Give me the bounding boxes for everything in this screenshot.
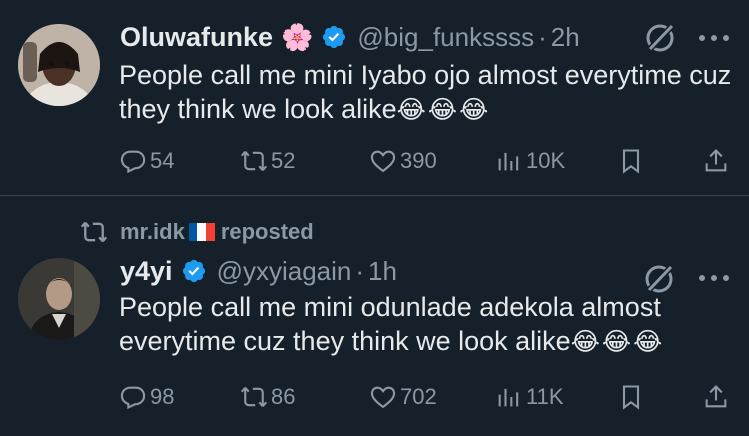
repost-icon xyxy=(240,150,268,172)
laughing-emoji: 😂😂😂 xyxy=(396,96,491,124)
view-count: 11K xyxy=(526,384,564,409)
like-button[interactable]: 390 xyxy=(369,144,437,178)
like-count: 702 xyxy=(400,384,437,409)
views-icon xyxy=(498,152,519,171)
user-handle[interactable]: @yxyiagain xyxy=(217,256,352,287)
view-count: 10K xyxy=(526,148,566,173)
tweet-header: Oluwafunke 🌸 @big_funkssss · 2h xyxy=(120,20,580,54)
tweet-card[interactable]: mr.idk reposted y4yi @yxyiagain · 1h Peo… xyxy=(0,196,749,436)
repost-icon xyxy=(240,386,268,408)
share-button[interactable] xyxy=(702,380,733,414)
like-icon xyxy=(370,386,396,409)
repost-button[interactable]: 52 xyxy=(240,144,295,178)
like-count: 390 xyxy=(400,148,437,173)
reply-button[interactable]: 54 xyxy=(119,144,174,178)
tweet-header: y4yi @yxyiagain · 1h xyxy=(120,256,397,286)
verified-badge-icon xyxy=(182,259,205,283)
like-button[interactable]: 702 xyxy=(369,380,437,414)
reposted-label: reposted xyxy=(220,219,314,244)
tweet-card[interactable]: Oluwafunke 🌸 @big_funkssss · 2h People c… xyxy=(0,0,749,196)
cherry-blossom-emoji: 🌸 xyxy=(281,21,314,52)
like-icon xyxy=(370,150,396,173)
tweet-text: People call me mini odunlade adekola alm… xyxy=(119,290,744,359)
views-icon xyxy=(498,388,519,407)
repost-count: 86 xyxy=(271,384,296,409)
reply-count: 98 xyxy=(150,384,175,409)
bookmark-icon xyxy=(622,385,640,410)
grok-icon[interactable] xyxy=(643,21,677,55)
verified-badge-icon xyxy=(323,25,346,49)
repost-count: 52 xyxy=(271,148,296,173)
share-button[interactable] xyxy=(702,144,733,178)
views-button[interactable]: 10K xyxy=(495,144,565,178)
views-button[interactable]: 11K xyxy=(495,380,564,414)
avatar[interactable] xyxy=(18,24,100,106)
laughing-emoji: 😂😂😂 xyxy=(570,328,665,356)
reposter-name[interactable]: mr.idk xyxy=(120,219,185,245)
bookmark-icon xyxy=(622,149,640,174)
more-icon[interactable] xyxy=(697,32,731,44)
reply-button[interactable]: 98 xyxy=(119,380,174,414)
tweet-text: People call me mini Iyabo ojo almost eve… xyxy=(119,58,744,127)
separator-dot: · xyxy=(538,21,547,52)
france-flag-icon xyxy=(188,223,215,241)
reply-icon xyxy=(120,150,146,174)
display-name[interactable]: y4yi xyxy=(120,256,173,287)
display-name[interactable]: Oluwafunke xyxy=(120,22,273,53)
separator-dot: · xyxy=(355,255,365,286)
reply-icon xyxy=(120,386,146,410)
avatar[interactable] xyxy=(18,258,100,340)
action-bar: 98 86 702 11K xyxy=(119,380,739,414)
reply-count: 54 xyxy=(150,148,175,173)
bookmark-button[interactable] xyxy=(617,144,648,178)
share-icon xyxy=(705,385,727,408)
share-icon xyxy=(705,149,727,172)
timestamp[interactable]: 1h xyxy=(368,256,397,287)
repost-banner[interactable]: mr.idk reposted xyxy=(80,218,314,246)
bookmark-button[interactable] xyxy=(617,380,648,414)
more-icon[interactable] xyxy=(697,272,731,284)
action-bar: 54 52 390 10K xyxy=(119,144,739,178)
user-handle[interactable]: @big_funkssss xyxy=(357,22,534,53)
timestamp[interactable]: 2h xyxy=(551,22,580,53)
repost-icon xyxy=(80,221,108,243)
repost-button[interactable]: 86 xyxy=(240,380,295,414)
